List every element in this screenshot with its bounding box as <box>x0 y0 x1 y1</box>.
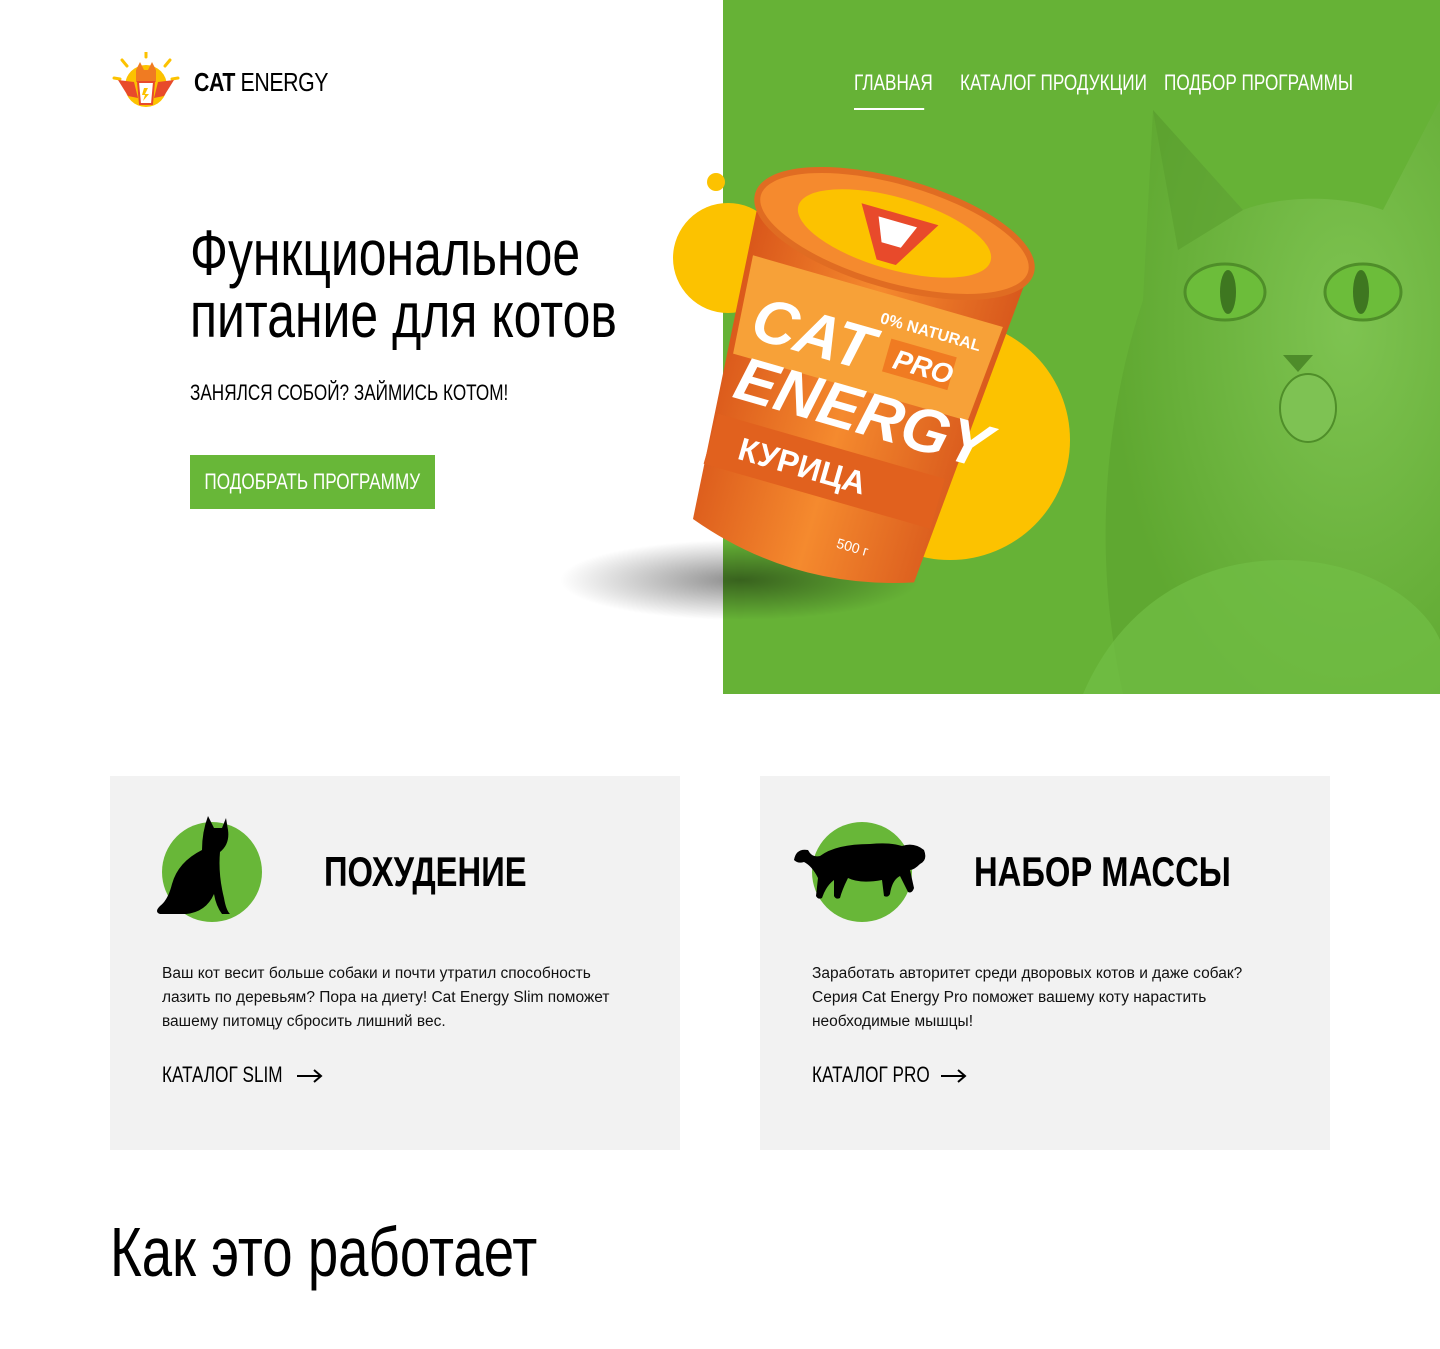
hero-subtitle: ЗАНЯЛСЯ СОБОЙ? ЗАЙМИСЬ КОТОМ! <box>190 380 509 405</box>
catalog-slim-link[interactable]: КАТАЛОГ SLIM <box>162 1062 317 1088</box>
program-card-slim: ПОХУДЕНИЕ Ваш кот весит больше собаки и … <box>110 776 680 1150</box>
card-title-slim: ПОХУДЕНИЕ <box>324 848 527 895</box>
arrow-right-icon[interactable] <box>297 1069 323 1083</box>
catalog-slim-label: КАТАЛОГ SLIM <box>162 1062 283 1087</box>
nav-item-home[interactable]: ГЛАВНАЯ <box>854 70 933 110</box>
catalog-pro-label: КАТАЛОГ PRO <box>812 1062 930 1087</box>
nav-item-catalog[interactable]: КАТАЛОГ ПРОДУКЦИИ <box>960 70 1147 110</box>
hero-section: CAT ENERGY ГЛАВНАЯ КАТАЛОГ ПРОДУКЦИИ ПОД… <box>0 0 1440 694</box>
cat-logo-icon <box>112 52 180 107</box>
sitting-cat-icon <box>157 816 262 922</box>
logo[interactable]: CAT ENERGY <box>110 52 358 112</box>
card-text-slim: Ваш кот весит больше собаки и почти утра… <box>162 965 610 1030</box>
logo-text: CAT ENERGY <box>194 66 329 97</box>
arrow-right-icon[interactable] <box>941 1069 967 1083</box>
main-nav: ГЛАВНАЯ КАТАЛОГ ПРОДУКЦИИ ПОДБОР ПРОГРАМ… <box>854 70 1406 110</box>
product-package-image: 0% NATURAL CAT ENERGY PRO КУРИЦА 500 г <box>560 166 1070 620</box>
program-card-pro: НАБОР МАССЫ Заработать авторитет среди д… <box>760 776 1330 1150</box>
choose-program-button[interactable]: ПОДОБРАТЬ ПРОГРАММУ <box>190 455 435 509</box>
nav-item-program[interactable]: ПОДБОР ПРОГРАММЫ <box>1164 70 1353 110</box>
how-it-works-title: Как это работает <box>110 1213 538 1291</box>
card-title-pro: НАБОР МАССЫ <box>974 848 1231 895</box>
hero-title-line2: питание для котов <box>190 279 617 351</box>
panther-icon <box>794 822 926 922</box>
card-text-pro: Заработать авторитет среди дворовых кото… <box>812 965 1243 1030</box>
